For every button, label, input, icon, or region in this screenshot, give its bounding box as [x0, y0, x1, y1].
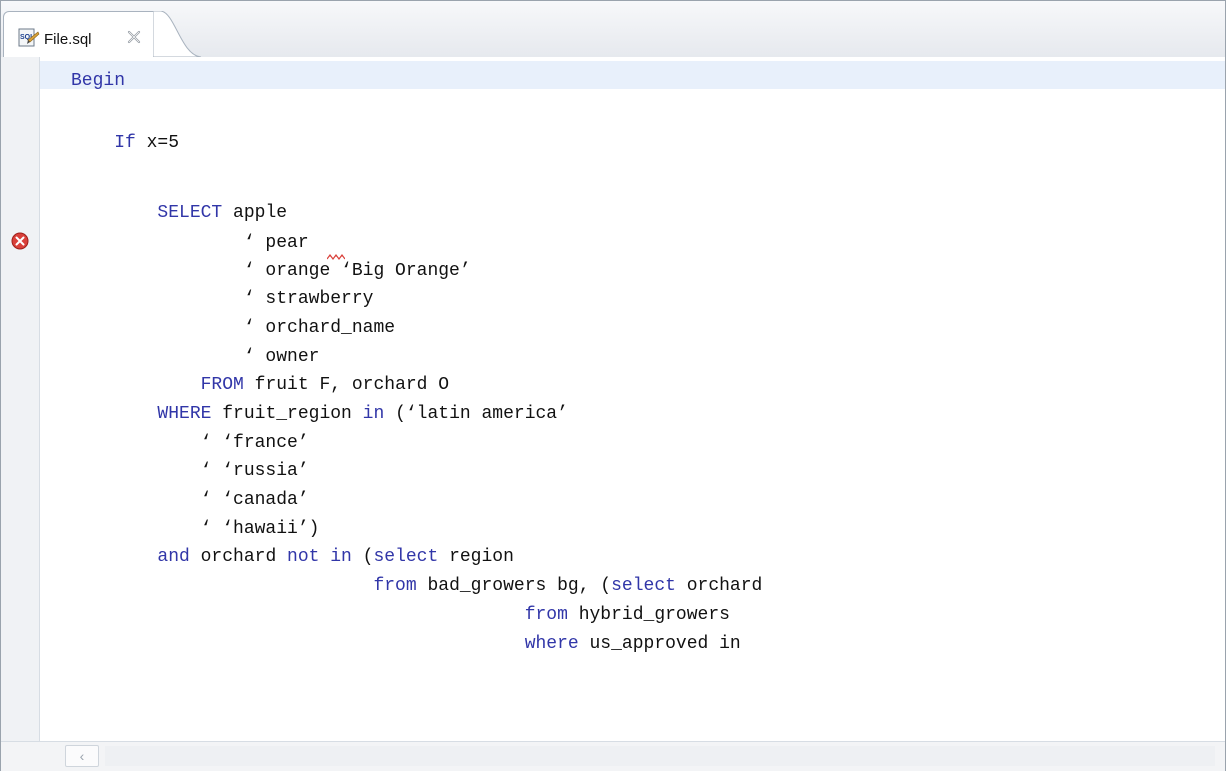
- tab-edge: [153, 11, 203, 57]
- tab-file-sql[interactable]: SQL File.sql: [3, 11, 163, 57]
- sql-keyword: not in: [287, 547, 352, 567]
- code-token: ‘ ‘russia’: [200, 461, 309, 481]
- code-token: apple: [222, 203, 288, 223]
- code-line[interactable]: ‘ orchard_name: [71, 318, 395, 338]
- error-icon[interactable]: [10, 231, 30, 251]
- sql-keyword: select: [611, 576, 676, 596]
- code-line[interactable]: ‘ pear: [71, 233, 309, 253]
- code-line[interactable]: from hybrid_growers: [71, 605, 730, 625]
- code-line[interactable]: from bad_growers bg, (select orchard: [71, 576, 762, 596]
- sql-keyword: and: [157, 547, 190, 567]
- code-line[interactable]: ‘ orange ‘Big Orange’: [71, 261, 471, 281]
- sql-keyword: select: [373, 547, 439, 567]
- code-line[interactable]: where us_approved in: [71, 634, 741, 654]
- close-icon[interactable]: [126, 29, 142, 45]
- sql-keyword: SELECT: [157, 203, 223, 223]
- syntax-error-squiggle: [326, 248, 346, 260]
- sql-keyword: where: [524, 634, 579, 654]
- scroll-left-icon[interactable]: ‹: [65, 745, 99, 767]
- code-token: ‘ ‘canada’: [200, 490, 309, 510]
- sql-keyword: FROM: [200, 375, 244, 395]
- sql-keyword: Begin: [71, 71, 126, 91]
- code-token: x=5: [135, 133, 180, 153]
- sql-file-icon: SQL: [18, 28, 40, 48]
- code-line[interactable]: SELECT apple: [71, 203, 287, 223]
- sql-editor-window: SQL File.sql Begin If x=5 SELECT apple ‘…: [0, 0, 1226, 771]
- code-token: ‘ ‘france’: [200, 433, 309, 453]
- code-token: (: [351, 547, 374, 567]
- horizontal-scrollbar[interactable]: ‹: [1, 741, 1225, 771]
- sql-keyword: WHERE: [157, 404, 212, 424]
- code-line[interactable]: Begin: [71, 71, 125, 91]
- code-line[interactable]: WHERE fruit_region in (‘latin america’: [71, 404, 568, 424]
- code-token: ‘ ‘hawaii’): [200, 519, 320, 539]
- code-token: ‘ strawberry: [243, 289, 374, 309]
- code-line[interactable]: ‘ strawberry: [71, 289, 374, 309]
- code-line[interactable]: ‘ ‘france’: [71, 433, 309, 453]
- code-token: fruit F, orchard O: [243, 375, 450, 395]
- editor-tab-bar: SQL File.sql: [1, 1, 1225, 58]
- code-token: ‘ orange ‘Big Orange’: [243, 261, 471, 281]
- code-line[interactable]: ‘ ‘russia’: [71, 461, 309, 481]
- code-line[interactable]: FROM fruit F, orchard O: [71, 375, 449, 395]
- sql-keyword: If: [114, 133, 136, 153]
- code-token: hybrid_growers: [567, 605, 730, 625]
- code-editor[interactable]: Begin If x=5 SELECT apple ‘ pear ‘ orang…: [1, 57, 1225, 741]
- code-token: orchard: [189, 547, 288, 567]
- code-line[interactable]: ‘ ‘hawaii’): [71, 519, 320, 539]
- code-token: ‘ pear: [243, 233, 309, 253]
- code-line[interactable]: If x=5: [71, 133, 179, 153]
- sql-keyword: from: [373, 576, 417, 596]
- code-token: bad_growers bg, (: [416, 576, 612, 596]
- code-area[interactable]: Begin If x=5 SELECT apple ‘ pear ‘ orang…: [1, 57, 1225, 741]
- code-token: ‘ orchard_name: [243, 318, 396, 338]
- code-token: (‘latin america’: [384, 404, 568, 424]
- code-token: orchard: [675, 576, 763, 596]
- code-line[interactable]: and orchard not in (select region: [71, 547, 514, 567]
- scrollbar-track[interactable]: [105, 746, 1215, 766]
- code-token: ‘ owner: [243, 347, 320, 367]
- sql-keyword: from: [524, 605, 568, 625]
- sql-keyword: in: [362, 404, 385, 424]
- tab-label: File.sql: [44, 31, 92, 48]
- code-line[interactable]: ‘ owner: [71, 347, 320, 367]
- code-token: us_approved in: [578, 634, 741, 654]
- code-token: region: [438, 547, 514, 567]
- code-token: fruit_region: [211, 404, 363, 424]
- code-line[interactable]: ‘ ‘canada’: [71, 490, 309, 510]
